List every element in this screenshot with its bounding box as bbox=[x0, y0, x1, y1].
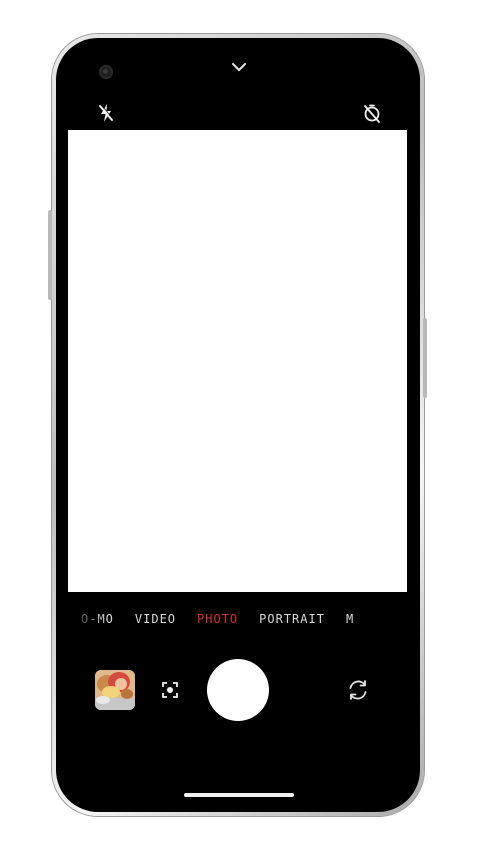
camera-screen: O-MO VIDEO PHOTO PORTRAIT M bbox=[56, 38, 420, 812]
chevron-down-icon[interactable] bbox=[230, 60, 248, 74]
viewfinder[interactable] bbox=[68, 130, 407, 592]
mode-more[interactable]: M bbox=[346, 612, 354, 626]
switch-camera-icon[interactable] bbox=[346, 678, 370, 702]
mode-video[interactable]: VIDEO bbox=[135, 612, 176, 626]
flash-off-icon[interactable] bbox=[98, 103, 114, 123]
mode-fade-left bbox=[56, 612, 106, 632]
home-indicator[interactable] bbox=[184, 793, 294, 797]
mode-fade-right bbox=[372, 612, 420, 632]
power-button bbox=[423, 318, 427, 398]
mode-portrait[interactable]: PORTRAIT bbox=[259, 612, 325, 626]
gallery-thumbnail-image bbox=[95, 670, 135, 710]
shutter-button[interactable] bbox=[207, 659, 269, 721]
timer-off-icon[interactable] bbox=[362, 103, 382, 123]
mode-selector[interactable]: O-MO VIDEO PHOTO PORTRAIT M bbox=[56, 612, 420, 632]
gallery-thumbnail[interactable] bbox=[95, 670, 135, 710]
volume-button bbox=[48, 210, 52, 300]
front-camera-icon bbox=[99, 65, 113, 79]
mode-photo[interactable]: PHOTO bbox=[197, 612, 238, 626]
lens-focus-icon[interactable] bbox=[161, 681, 179, 699]
